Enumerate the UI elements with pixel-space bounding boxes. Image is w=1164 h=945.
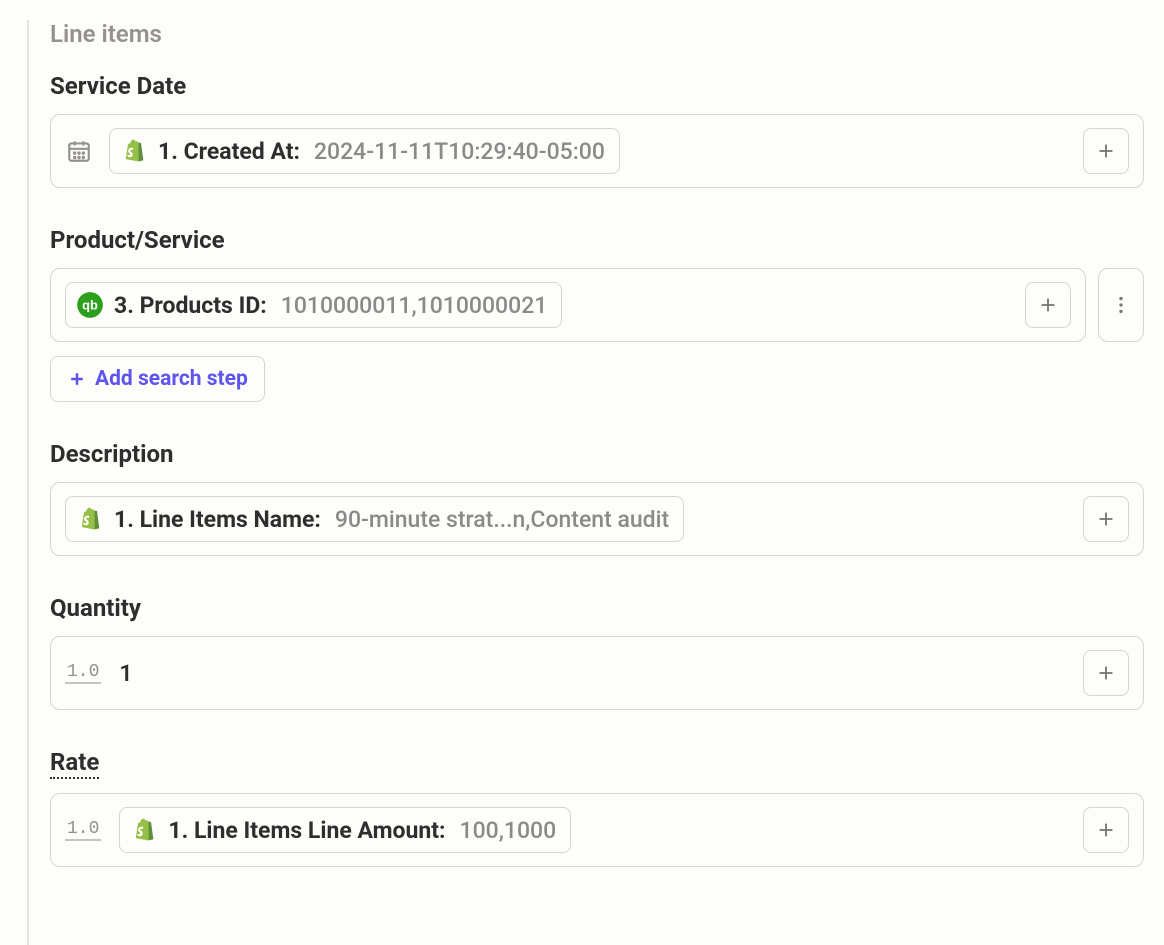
pill-label: 1. Line Items Name: <box>114 506 321 533</box>
add-search-step-label: Add search step <box>95 367 248 391</box>
pill-value: 90-minute strat...n,Content audit <box>335 506 669 533</box>
label-rate: Rate <box>50 748 99 779</box>
section-divider <box>27 20 29 945</box>
field-product-service: Product/Service qb 3. Products ID: 10100… <box>50 226 1144 402</box>
pill-line-items-name[interactable]: 1. Line Items Name: 90-minute strat...n,… <box>65 496 684 542</box>
numeric-type-icon: 1.0 <box>65 820 101 841</box>
field-rate: Rate 1.0 1. Line Items Line Amount: <box>50 748 1144 867</box>
shopify-icon <box>120 137 148 165</box>
quantity-value: 1 <box>119 660 132 687</box>
pill-label: 1. Created At: <box>158 138 300 165</box>
svg-text:qb: qb <box>82 298 98 313</box>
pill-products-id[interactable]: qb 3. Products ID: 1010000011,1010000021 <box>65 282 562 328</box>
add-search-step-button[interactable]: Add search step <box>50 356 265 402</box>
quickbooks-icon: qb <box>76 291 104 319</box>
pill-label: 3. Products ID: <box>114 292 267 319</box>
calendar-icon <box>65 137 93 165</box>
pill-value: 1010000011,1010000021 <box>281 292 548 319</box>
input-description[interactable]: 1. Line Items Name: 90-minute strat...n,… <box>50 482 1144 556</box>
pill-value: 100,1000 <box>460 817 557 844</box>
label-quantity: Quantity <box>50 594 141 622</box>
add-value-button[interactable] <box>1025 282 1071 328</box>
section-heading: Line items <box>50 20 1144 48</box>
field-service-date: Service Date <box>50 72 1144 188</box>
shopify-icon <box>130 816 158 844</box>
pill-line-items-amount[interactable]: 1. Line Items Line Amount: 100,1000 <box>119 807 571 853</box>
pill-created-at[interactable]: 1. Created At: 2024-11-11T10:29:40-05:00 <box>109 128 620 174</box>
field-description: Description 1. Line Items Name: 90-minut… <box>50 440 1144 556</box>
pill-label: 1. Line Items Line Amount: <box>168 817 445 844</box>
add-value-button[interactable] <box>1083 650 1129 696</box>
input-product-service[interactable]: qb 3. Products ID: 1010000011,1010000021 <box>50 268 1086 342</box>
more-options-button[interactable] <box>1098 268 1144 342</box>
label-product-service: Product/Service <box>50 226 225 254</box>
pill-value: 2024-11-11T10:29:40-05:00 <box>314 138 605 165</box>
add-value-button[interactable] <box>1083 128 1129 174</box>
shopify-icon <box>76 505 104 533</box>
label-service-date: Service Date <box>50 72 186 100</box>
numeric-type-icon: 1.0 <box>65 663 101 684</box>
label-description: Description <box>50 440 174 468</box>
input-rate[interactable]: 1.0 1. Line Items Line Amount: 100,1000 <box>50 793 1144 867</box>
input-service-date[interactable]: 1. Created At: 2024-11-11T10:29:40-05:00 <box>50 114 1144 188</box>
field-quantity: Quantity 1.0 1 <box>50 594 1144 710</box>
add-value-button[interactable] <box>1083 807 1129 853</box>
add-value-button[interactable] <box>1083 496 1129 542</box>
input-quantity[interactable]: 1.0 1 <box>50 636 1144 710</box>
